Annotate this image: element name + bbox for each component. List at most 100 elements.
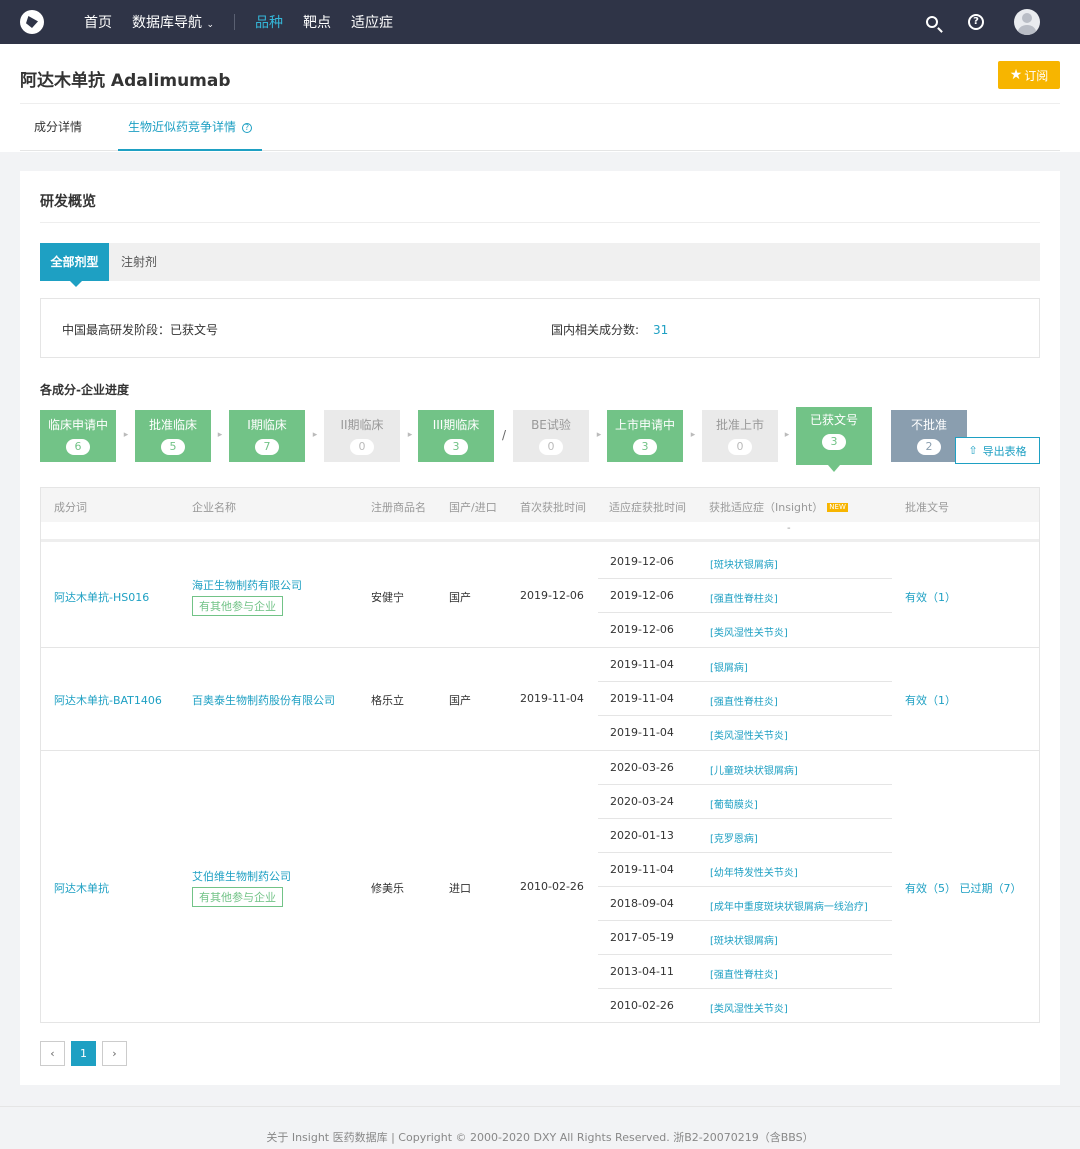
dosage-form-tabs: 全部剂型 注射剂 [40,243,1040,287]
export-label: 导出表格 [982,444,1027,458]
footer: 关于 Insight 医药数据库 | Copyright © 2000-2020… [0,1106,1080,1149]
company-link[interactable]: 艾伯维生物制药公司 [192,868,291,884]
next-page-button[interactable]: › [102,1041,127,1066]
indication-link[interactable]: [克罗恩病] [710,830,758,845]
indication-link[interactable]: [银屑病] [710,659,748,674]
other-company-badge[interactable]: 有其他参与企业 [192,596,283,616]
approval-date: 2010-02-26 [610,999,674,1012]
indication-link[interactable]: [成年中重度斑块状银屑病一线治疗] [710,898,868,913]
stage-count: 3 [822,434,846,450]
license-valid-link[interactable]: 有效（1） [905,589,956,605]
stage-phase-1[interactable]: I期临床 7 [229,410,305,462]
nav-database-label: 数据库导航 [132,15,202,31]
indication-link[interactable]: [强直性脊柱炎] [710,590,778,605]
license-valid-link[interactable]: 有效（5） [905,882,956,895]
stage-count: 6 [66,439,90,455]
stage-approved-clinical[interactable]: 批准临床 5 [135,410,211,462]
related-count-label: 国内相关成分数: [551,323,640,337]
table-row: 阿达木单抗-BAT1406 百奥泰生物制药股份有限公司 格乐立 国产 2019-… [41,648,1039,751]
indication-link[interactable]: [幼年特发性关节炎] [710,864,798,879]
tab-ingredient-details[interactable]: 成分详情 [34,104,82,151]
col-company: 企业名称 [192,501,236,514]
indication-link[interactable]: [强直性脊柱炎] [710,966,778,981]
question-icon[interactable]: ? [242,123,252,133]
other-company-badge[interactable]: 有其他参与企业 [192,887,283,907]
approval-date: 2018-09-04 [610,897,674,910]
company-cell: 艾伯维生物制药公司 有其他参与企业 [192,868,291,907]
summary-box: 中国最高研发阶段：已获文号 国内相关成分数: 31 [40,298,1040,358]
nav-target[interactable]: 靶点 [303,12,331,32]
license-expired-link[interactable]: 已过期（7） [960,882,1022,895]
approval-item: 2020-03-26 [儿童斑块状银屑病] [598,751,892,785]
license-valid-link[interactable]: 有效（1） [905,692,956,708]
license-cell: 有效（5） 已过期（7） [905,880,1022,896]
overview-card: 研发概览 全部剂型 注射剂 中国最高研发阶段：已获文号 国内相关成分数: 31 各… [20,171,1060,1085]
stage-be-trial[interactable]: BE试验 0 [513,410,589,462]
export-button[interactable]: ⇧ 导出表格 [955,437,1040,464]
col-indication: 获批适应症（Insight） NEW [709,499,848,515]
col-indication-date: 适应症获批时间 [609,501,686,514]
help-icon[interactable]: ? [968,14,984,30]
avatar[interactable] [1014,9,1040,35]
nav-home[interactable]: 首页 [84,12,112,32]
subscribe-button[interactable]: ★ 订阅 [998,61,1060,89]
stage-licensed[interactable]: 已获文号 3 [796,407,872,472]
stage-label: 临床申请中 [47,418,108,432]
page-1-button[interactable]: 1 [71,1041,96,1066]
indication-link[interactable]: [强直性脊柱炎] [710,693,778,708]
search-icon[interactable] [926,16,938,28]
stage-phase-2[interactable]: II期临床 0 [324,410,400,462]
approval-item: 2019-12-06 [类风湿性关节炎] [598,613,892,647]
stage-count: 0 [350,439,374,455]
stage-count: 2 [917,439,941,455]
indication-link[interactable]: [类风湿性关节炎] [710,624,788,639]
indication-link[interactable]: [类风湿性关节炎] [710,1000,788,1015]
approval-item: 2018-09-04 [成年中重度斑块状银屑病一线治疗] [598,887,892,921]
ingredient-link[interactable]: 阿达木单抗-HS016 [54,589,149,605]
indication-link[interactable]: [类风湿性关节炎] [710,727,788,742]
nav-database[interactable]: 数据库导航 ⌄ [132,12,214,32]
prev-page-button[interactable]: ‹ [40,1041,65,1066]
brand-name: 修美乐 [371,882,404,895]
page-title: 阿达木单抗 Adalimumab [20,71,231,91]
empty-row: - [41,522,1039,542]
tab-biosimilar-label: 生物近似药竞争详情 [127,120,236,134]
tab-injection[interactable]: 注射剂 [121,243,157,281]
related-count: 国内相关成分数: 31 [551,321,668,338]
stage-count: 3 [444,439,468,455]
chevron-right-icon: ▸ [123,430,129,440]
tab-biosimilar-competition[interactable]: 生物近似药竞争详情? [118,104,262,151]
approval-item: 2017-05-19 [斑块状银屑病] [598,921,892,955]
section-title: 研发概览 [40,194,96,210]
stage-label: BE试验 [531,418,571,432]
nav-indication[interactable]: 适应症 [351,12,393,32]
chevron-right-icon: ▸ [407,430,413,440]
indication-link[interactable]: [斑块状银屑病] [710,932,778,947]
indication-link[interactable]: [葡萄膜炎] [710,796,758,811]
tab-all-forms[interactable]: 全部剂型 [40,243,109,287]
col-first-approval: 首次获批时间 [520,501,586,514]
table-row: 阿达木单抗 艾伯维生物制药公司 有其他参与企业 修美乐 进口 2010-02-2… [41,751,1039,1023]
approval-item: 2020-03-24 [葡萄膜炎] [598,785,892,819]
col-ingredient: 成分词 [54,501,87,514]
logo-icon[interactable] [20,10,44,34]
approval-date: 2019-12-06 [610,589,674,602]
approval-item: 2019-11-04 [幼年特发性关节炎] [598,853,892,887]
stage-approved-market[interactable]: 批准上市 0 [702,410,778,462]
stage-label: 批准上市 [715,418,764,432]
stage-market-application[interactable]: 上市申请中 3 [607,410,683,462]
indication-link[interactable]: [儿童斑块状银屑病] [710,762,798,777]
ingredient-link[interactable]: 阿达木单抗 [54,880,109,896]
indication-link[interactable]: [斑块状银屑病] [710,556,778,571]
stage-count: 5 [161,439,185,455]
stage-label: III期临床 [432,418,480,432]
nav-variety[interactable]: 品种 [255,12,283,32]
related-count-value[interactable]: 31 [653,323,668,337]
stage-clinical-application[interactable]: 临床申请中 6 [40,410,116,462]
stage-phase-3[interactable]: III期临床 3 [418,410,494,462]
page-header: 阿达木单抗 Adalimumab ★ 订阅 成分详情 生物近似药竞争详情? [0,44,1080,152]
ingredient-link[interactable]: 阿达木单抗-BAT1406 [54,692,162,708]
chevron-down-icon: ⌄ [206,20,214,30]
company-link[interactable]: 海正生物制药有限公司 [192,577,302,593]
company-link[interactable]: 百奥泰生物制药股份有限公司 [192,692,335,708]
